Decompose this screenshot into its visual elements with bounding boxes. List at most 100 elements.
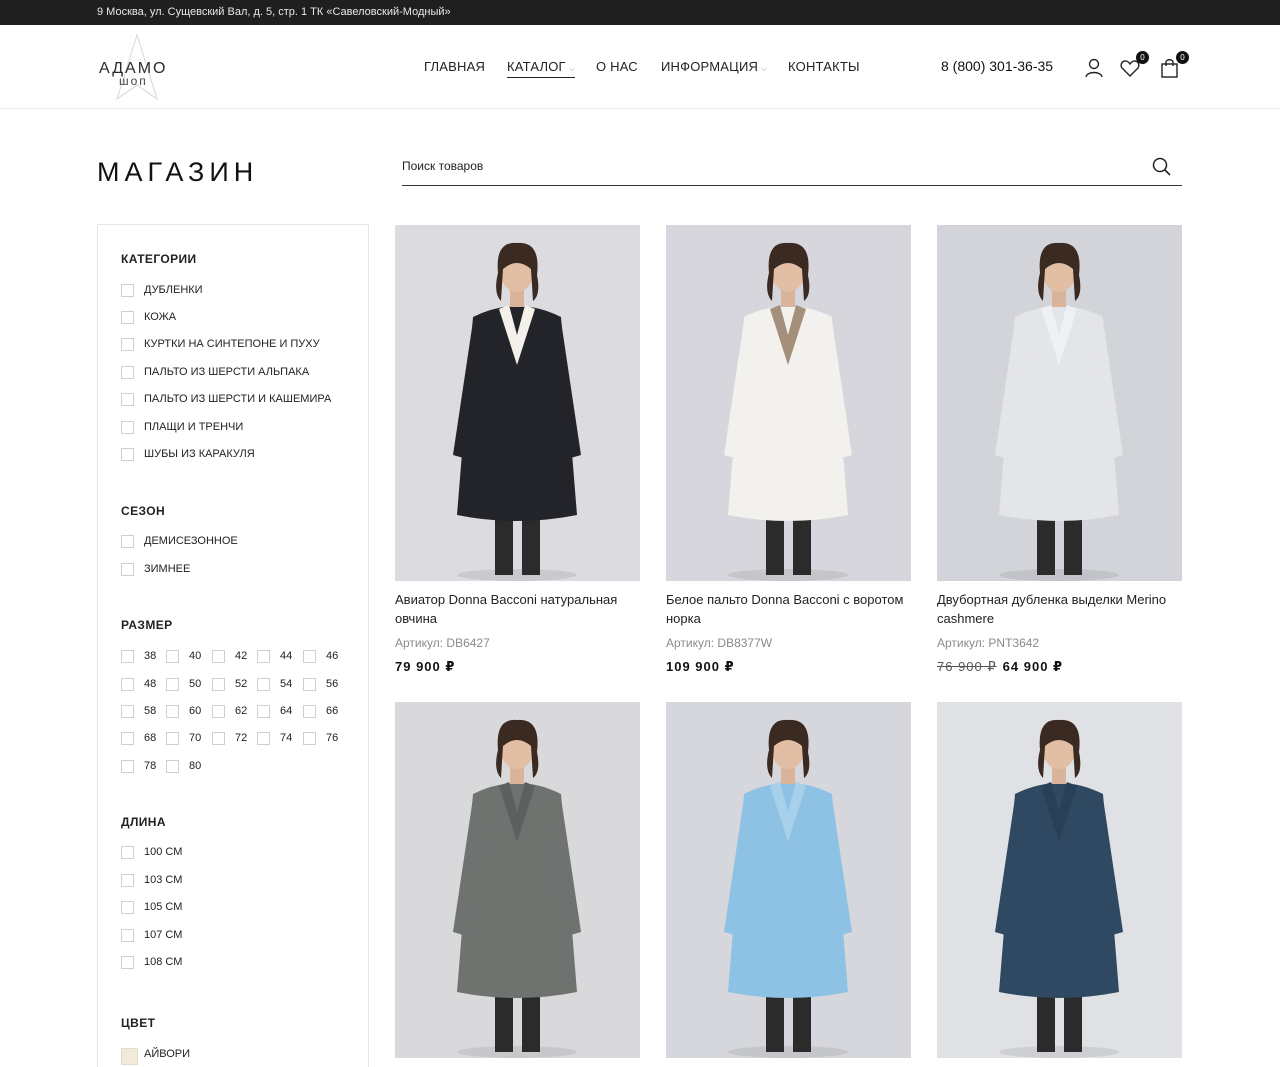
checkbox[interactable] bbox=[121, 705, 134, 718]
option-label: 105 СМ bbox=[144, 901, 183, 913]
chevron-down-icon: ⌵ bbox=[568, 64, 576, 73]
option-label: 66 bbox=[326, 705, 339, 717]
checkbox[interactable] bbox=[257, 732, 270, 745]
search-bar bbox=[402, 148, 1182, 186]
product-photo[interactable] bbox=[937, 702, 1182, 1058]
checkbox[interactable] bbox=[121, 760, 134, 773]
nav-info[interactable]: ИНФОРМАЦИЯ ⌵ bbox=[661, 59, 767, 74]
checkbox[interactable] bbox=[121, 535, 134, 548]
nav-about[interactable]: О НАС bbox=[596, 59, 638, 74]
checkbox[interactable] bbox=[121, 650, 134, 663]
checkbox[interactable] bbox=[212, 732, 225, 745]
checkbox[interactable] bbox=[166, 650, 179, 663]
floor-shadow bbox=[728, 569, 848, 581]
option-label: ДУБЛЕНКИ bbox=[144, 284, 203, 296]
brand-logo[interactable]: АДАМО шоп bbox=[97, 33, 177, 103]
nav-catalog[interactable]: КАТАЛОГ ⌵ bbox=[507, 59, 576, 78]
search-input[interactable] bbox=[402, 148, 1122, 184]
option-label: КУРТКИ НА СИНТЕПОНЕ И ПУХУ bbox=[144, 338, 320, 350]
filter-title-length: ДЛИНА bbox=[121, 815, 166, 829]
checkbox[interactable] bbox=[212, 650, 225, 663]
filter-title-categories: КАТЕГОРИИ bbox=[121, 252, 197, 266]
option-label: 42 bbox=[235, 650, 248, 662]
option-label: 62 bbox=[235, 705, 248, 717]
floor-shadow bbox=[999, 1046, 1119, 1058]
product-photo[interactable] bbox=[666, 702, 911, 1058]
checkbox[interactable] bbox=[303, 705, 316, 718]
option-label: 58 bbox=[144, 705, 157, 717]
checkbox[interactable] bbox=[166, 678, 179, 691]
checkbox[interactable] bbox=[121, 956, 134, 969]
checkbox[interactable] bbox=[121, 311, 134, 324]
option-label: 78 bbox=[144, 760, 157, 772]
product-current-price: 79 900 ₽ bbox=[395, 659, 456, 674]
product-photo[interactable] bbox=[937, 225, 1182, 581]
color-swatch-ivory[interactable] bbox=[121, 1048, 138, 1065]
filter-sidebar: КАТЕГОРИИ ДУБЛЕНКИ КОЖА КУРТКИ НА СИНТЕП… bbox=[97, 224, 369, 1067]
checkbox[interactable] bbox=[303, 732, 316, 745]
nav-info-label: ИНФОРМАЦИЯ bbox=[661, 59, 759, 74]
option-label: 80 bbox=[189, 760, 202, 772]
checkbox[interactable] bbox=[121, 421, 134, 434]
product-sku: Артикул: DB6427 bbox=[395, 636, 490, 650]
checkbox[interactable] bbox=[212, 705, 225, 718]
option-label: ЗИМНЕЕ bbox=[144, 563, 191, 575]
product-photo[interactable] bbox=[395, 225, 640, 581]
checkbox[interactable] bbox=[257, 678, 270, 691]
filter-title-season: СЕЗОН bbox=[121, 504, 166, 518]
product-sku: Артикул: DB8377W bbox=[666, 636, 773, 650]
checkbox[interactable] bbox=[121, 393, 134, 406]
page-title: МАГАЗИН bbox=[97, 157, 259, 187]
checkbox[interactable] bbox=[166, 732, 179, 745]
product-current-price: 64 900 ₽ bbox=[1002, 659, 1064, 674]
product-name[interactable]: Белое пальто Donna Bacconi с воротом нор… bbox=[666, 590, 911, 628]
checkbox[interactable] bbox=[121, 929, 134, 942]
option-label: 54 bbox=[280, 678, 293, 690]
option-label: 40 bbox=[189, 650, 202, 662]
checkbox[interactable] bbox=[257, 650, 270, 663]
checkbox[interactable] bbox=[121, 678, 134, 691]
top-bar: 9 Москва, ул. Сущевский Вал, д. 5, стр. … bbox=[0, 0, 1280, 25]
option-label: 56 bbox=[326, 678, 339, 690]
nav-home[interactable]: ГЛАВНАЯ bbox=[424, 59, 485, 74]
search-icon[interactable] bbox=[1152, 157, 1172, 177]
checkbox[interactable] bbox=[257, 705, 270, 718]
product-price: 79 900 ₽ bbox=[395, 659, 455, 675]
checkbox[interactable] bbox=[121, 563, 134, 576]
option-label: 108 СМ bbox=[144, 956, 183, 968]
checkbox[interactable] bbox=[121, 732, 134, 745]
product-name[interactable]: Двубортная дубленка выделки Merino cashm… bbox=[937, 590, 1182, 628]
checkbox[interactable] bbox=[121, 338, 134, 351]
option-label: 107 СМ bbox=[144, 929, 183, 941]
checkbox[interactable] bbox=[303, 650, 316, 663]
nav-catalog-label: КАТАЛОГ bbox=[507, 59, 566, 74]
checkbox[interactable] bbox=[121, 901, 134, 914]
checkbox[interactable] bbox=[121, 284, 134, 297]
wishlist-count-badge: 0 bbox=[1136, 51, 1149, 64]
checkbox[interactable] bbox=[166, 705, 179, 718]
product-price: 109 900 ₽ bbox=[666, 659, 735, 675]
nav-contacts[interactable]: КОНТАКТЫ bbox=[788, 59, 860, 74]
phone-number[interactable]: 8 (800) 301-36-35 bbox=[941, 58, 1053, 74]
product-photo[interactable] bbox=[666, 225, 911, 581]
option-label: ШУБЫ ИЗ КАРАКУЛЯ bbox=[144, 448, 255, 460]
option-label: 103 СМ bbox=[144, 874, 183, 886]
product-photo[interactable] bbox=[395, 702, 640, 1058]
product-name[interactable]: Авиатор Donna Bacconi натуральная овчина bbox=[395, 590, 640, 628]
product-current-price: 109 900 ₽ bbox=[666, 659, 735, 674]
option-label: 48 bbox=[144, 678, 157, 690]
checkbox[interactable] bbox=[121, 448, 134, 461]
checkbox[interactable] bbox=[303, 678, 316, 691]
cart-icon[interactable]: 0 bbox=[1159, 51, 1189, 79]
option-label: 50 bbox=[189, 678, 202, 690]
wishlist-icon[interactable]: 0 bbox=[1119, 51, 1149, 79]
checkbox[interactable] bbox=[121, 874, 134, 887]
store-address: 9 Москва, ул. Сущевский Вал, д. 5, стр. … bbox=[97, 6, 451, 18]
site-header: АДАМО шоп ГЛАВНАЯ КАТАЛОГ ⌵ О НАС ИНФОРМА… bbox=[0, 25, 1280, 109]
checkbox[interactable] bbox=[212, 678, 225, 691]
checkbox[interactable] bbox=[121, 366, 134, 379]
account-icon[interactable] bbox=[1083, 57, 1105, 79]
checkbox[interactable] bbox=[121, 846, 134, 859]
checkbox[interactable] bbox=[166, 760, 179, 773]
filter-title-size: РАЗМЕР bbox=[121, 618, 173, 632]
